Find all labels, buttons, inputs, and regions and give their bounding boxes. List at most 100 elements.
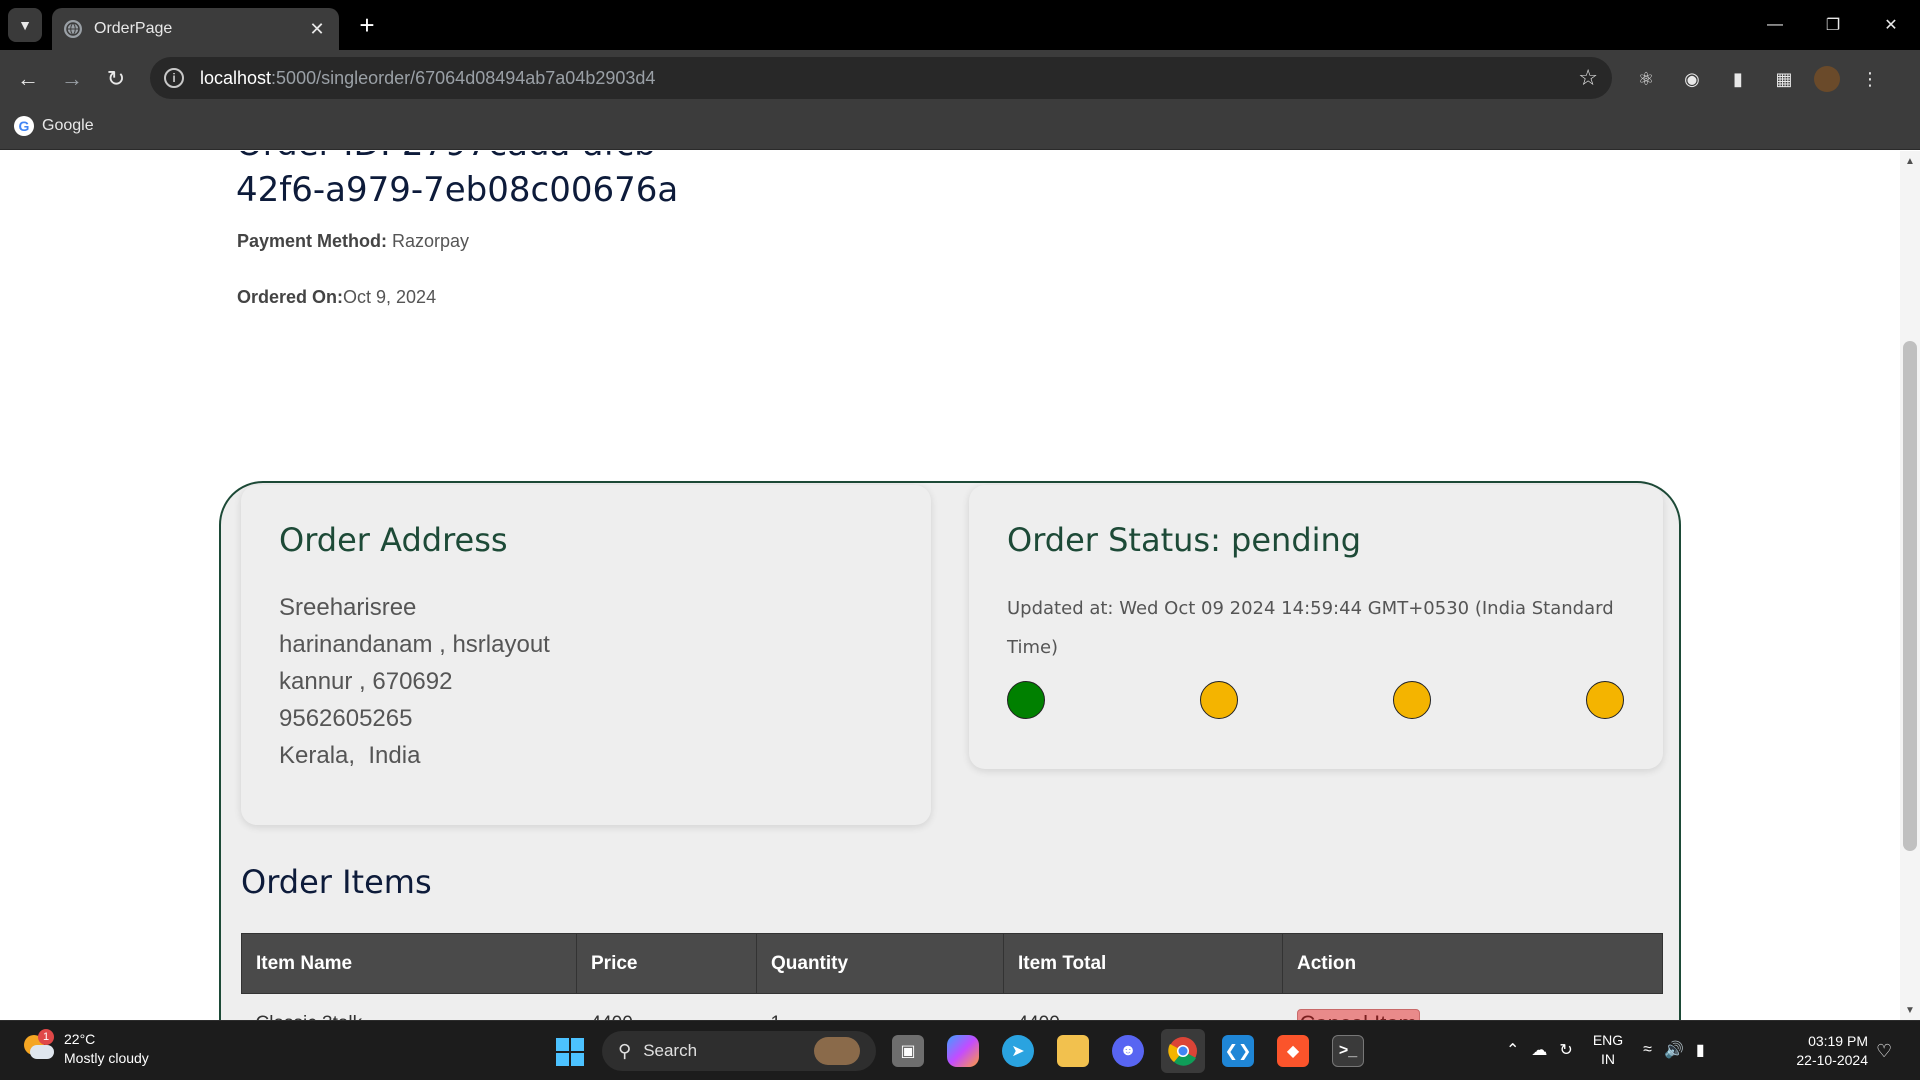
- back-arrow-icon[interactable]: ←: [12, 63, 44, 95]
- lang-bottom: IN: [1600, 1051, 1615, 1067]
- page-viewport: Order ID: 2797cada-afcb- 42f6-a979-7eb08…: [0, 151, 1920, 1020]
- column-header-item-total: Item Total: [1003, 933, 1283, 994]
- cancel-item-button[interactable]: Cancel Item: [1296, 1008, 1420, 1020]
- target-extension-icon[interactable]: ◉: [1676, 63, 1708, 95]
- search-icon: ⚲: [618, 1040, 632, 1061]
- lang-top: ENG: [1592, 1032, 1624, 1048]
- window-controls: — ❐ ✕: [1746, 0, 1920, 50]
- react-devtools-icon[interactable]: ⚛: [1630, 63, 1662, 95]
- scroll-up-arrow-icon[interactable]: ▲: [1900, 151, 1920, 171]
- address-line: 9562605265: [279, 705, 413, 732]
- weather-badge: 1: [38, 1029, 54, 1045]
- wifi-icon[interactable]: ≈: [1643, 1041, 1652, 1059]
- profile-avatar[interactable]: [1814, 66, 1840, 92]
- order-status-panel: Order Status: pending Updated at: Wed Oc…: [969, 485, 1663, 769]
- site-info-icon[interactable]: i: [164, 68, 184, 88]
- address-bar[interactable]: i localhost :5000/singleorder/67064d0849…: [150, 57, 1612, 99]
- column-header-item-name: Item Name: [241, 933, 577, 994]
- volume-icon[interactable]: 🔊: [1664, 1040, 1684, 1060]
- system-tray: ⌃ ☁ ↻ ENG IN ≈ 🔊 ▮: [1506, 1031, 1705, 1069]
- google-logo-icon: G: [14, 116, 34, 136]
- address-line: Kerala, India: [279, 742, 421, 769]
- bookmark-star-icon[interactable]: ☆: [1578, 65, 1598, 91]
- cell-item-total: 4400: [1004, 994, 1283, 1020]
- page-scrollbar[interactable]: ▲ ▼: [1900, 151, 1920, 1020]
- language-indicator[interactable]: ENG IN: [1593, 1031, 1623, 1069]
- restore-icon[interactable]: ❐: [1804, 0, 1862, 50]
- brave-icon[interactable]: ◆: [1277, 1035, 1309, 1067]
- weather-temp: 22°C: [64, 1031, 96, 1047]
- weather-widget[interactable]: 1 22°C Mostly cloudy: [22, 1029, 149, 1068]
- column-header-quantity: Quantity: [756, 933, 1004, 994]
- windows-start-icon[interactable]: [556, 1038, 584, 1066]
- scroll-down-arrow-icon[interactable]: ▼: [1900, 1000, 1920, 1020]
- scrollbar-thumb[interactable]: [1903, 341, 1917, 851]
- reload-icon[interactable]: ↻: [100, 63, 132, 95]
- tab-search-chevron-icon[interactable]: ▼: [8, 8, 42, 42]
- bookmark-label: Google: [42, 117, 94, 134]
- tab-orderpage[interactable]: OrderPage ✕: [52, 8, 339, 50]
- status-dot-3: [1393, 681, 1431, 719]
- onedrive-cloud-icon[interactable]: ☁: [1531, 1040, 1547, 1060]
- payment-method-value: Razorpay: [387, 231, 470, 251]
- weather-desc: Mostly cloudy: [64, 1050, 149, 1066]
- task-view-icon[interactable]: ▣: [892, 1035, 924, 1067]
- window-close-icon[interactable]: ✕: [1862, 0, 1920, 50]
- order-id-line-2: 42f6-a979-7eb08c00676a: [236, 170, 679, 210]
- status-updated-at: Updated at: Wed Oct 09 2024 14:59:44 GMT…: [1007, 598, 1614, 658]
- ordered-on-label: Ordered On:: [237, 287, 344, 307]
- order-status-title: Order Status: pending: [1007, 521, 1362, 559]
- order-address-panel: Order Address Sreeharisree harinandanam …: [241, 485, 931, 825]
- new-tab-plus-icon[interactable]: +: [352, 10, 382, 40]
- order-id-heading: Order ID: 2797cada-afcb- 42f6-a979-7eb08…: [236, 151, 856, 213]
- clipboard-extension-icon[interactable]: ▮: [1722, 63, 1754, 95]
- cell-price: 4400: [577, 994, 757, 1020]
- copilot-icon[interactable]: [947, 1035, 979, 1067]
- column-header-action: Action: [1282, 933, 1663, 994]
- tab-title: OrderPage: [94, 20, 173, 37]
- cell-item-name: Classic 3talk: [242, 994, 577, 1020]
- search-highlight-image: [814, 1037, 860, 1065]
- sync-icon[interactable]: ↻: [1559, 1040, 1572, 1060]
- address-line: harinandanam , hsrlayout: [279, 631, 550, 658]
- discord-icon[interactable]: ☻: [1112, 1035, 1144, 1067]
- cell-action: Cancel Item: [1283, 994, 1663, 1020]
- ordered-on: Ordered On:Oct 9, 2024: [237, 287, 436, 308]
- table-header-row: Item Name Price Quantity Item Total Acti…: [241, 933, 1663, 994]
- browser-tab-strip: ▼ OrderPage ✕ + — ❐ ✕: [0, 0, 1920, 50]
- vscode-icon[interactable]: ❮❯: [1222, 1035, 1254, 1067]
- minimize-icon[interactable]: —: [1746, 0, 1804, 50]
- clock-date: 22-10-2024: [1796, 1052, 1868, 1068]
- column-header-price: Price: [576, 933, 757, 994]
- taskbar-search-label: Search: [643, 1041, 698, 1060]
- table-row: Classic 3talk 4400 1 4400 Cancel Item: [242, 994, 1663, 1020]
- battery-icon[interactable]: ▮: [1696, 1040, 1705, 1060]
- order-items-table: Item Name Price Quantity Item Total Acti…: [241, 933, 1663, 1020]
- tab-close-icon[interactable]: ✕: [307, 19, 327, 40]
- globe-icon: [64, 20, 82, 38]
- taskbar-search[interactable]: ⚲ Search: [602, 1031, 876, 1071]
- kebab-menu-icon[interactable]: ⋮: [1854, 63, 1886, 95]
- terminal-icon[interactable]: >_: [1332, 1035, 1364, 1067]
- notification-bell-icon[interactable]: ♡: [1876, 1041, 1892, 1062]
- bookmarks-bar: G Google: [0, 108, 1920, 150]
- chevron-up-icon[interactable]: ⌃: [1506, 1040, 1519, 1060]
- status-dot-4: [1586, 681, 1624, 719]
- browser-toolbar: ← → ↻ i localhost :5000/singleorder/6706…: [0, 50, 1920, 108]
- bookmark-google[interactable]: G Google: [14, 116, 94, 136]
- address-line: Sreeharisree: [279, 594, 417, 621]
- file-explorer-icon[interactable]: [1057, 1035, 1089, 1067]
- system-clock[interactable]: 03:19 PM 22-10-2024: [1784, 1032, 1868, 1070]
- address-line: kannur , 670692: [279, 668, 453, 695]
- url-path: :5000/singleorder/67064d08494ab7a04b2903…: [271, 67, 656, 88]
- order-items-title: Order Items: [241, 863, 432, 901]
- forward-arrow-icon[interactable]: →: [56, 63, 88, 95]
- payment-method: Payment Method: Razorpay: [237, 231, 469, 252]
- puzzle-extensions-icon[interactable]: ▦: [1768, 63, 1800, 95]
- chrome-icon[interactable]: [1161, 1029, 1205, 1073]
- order-address-title: Order Address: [279, 521, 508, 559]
- telegram-icon[interactable]: ➤: [1002, 1035, 1034, 1067]
- cell-quantity: 1: [757, 994, 1004, 1020]
- extension-icons: ⚛ ◉ ▮ ▦ ⋮: [1630, 63, 1886, 95]
- status-dot-2: [1200, 681, 1238, 719]
